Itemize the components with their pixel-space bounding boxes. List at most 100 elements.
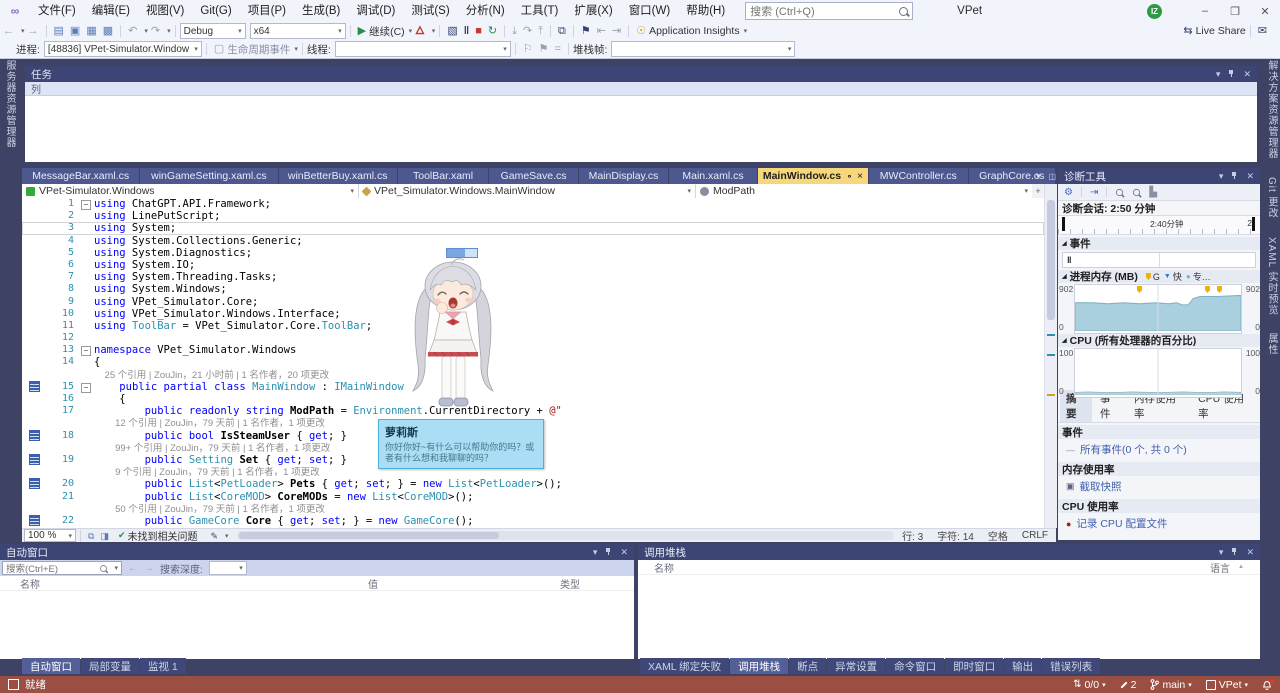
summary-link[interactable]: 记录 CPU 配置文件 [1076,516,1167,531]
zoom-level-select[interactable]: 100 %▾ [24,529,76,542]
sync-view-icon[interactable]: ⧉ [85,527,97,545]
solution-configuration-select[interactable]: Debug▾ [180,23,246,39]
codelens-indicator-icon[interactable] [30,479,39,488]
search-depth-select[interactable]: ▾ [209,561,247,575]
export-icon[interactable]: ⇥ [1090,187,1098,198]
zoom-out-icon[interactable] [1133,188,1140,195]
member-dropdown[interactable]: ModPath▾ [696,184,1032,198]
lifecycle-events-label[interactable]: 生命周期事件 [227,42,290,57]
menu-item-4[interactable]: Git(G) [192,0,239,22]
background-tasks-icon[interactable] [8,679,19,690]
cpu-section-header[interactable]: ◢CPU (所有处理器的百分比) [1058,334,1260,347]
break-all-icon[interactable]: ‖ [461,22,472,40]
panel-tab-即时窗口[interactable]: 即时窗口 [945,658,1003,674]
thread-select[interactable]: ▾ [335,41,511,57]
prev-bookmark-icon[interactable]: ⇤ [594,22,609,40]
menu-item-6[interactable]: 生成(B) [294,0,348,22]
summary-action-row[interactable]: ▣截取快照 [1058,476,1260,497]
code-line-13[interactable]: 13−namespace VPet_Simulator.Windows [22,344,1044,356]
codelens-line[interactable]: 25 个引用 | ZouJin，21 小时前 | 1 名作者，20 项更改 [22,369,1044,381]
menu-item-5[interactable]: 项目(P) [240,0,294,22]
close-panel-icon[interactable]: ✕ [1246,547,1254,558]
solution-platform-select[interactable]: x64▾ [250,23,346,39]
lifecycle-events-icon[interactable]: ▢ [211,40,227,58]
codelens-indicator-icon[interactable] [30,382,39,391]
menu-item-2[interactable]: 编辑(E) [84,0,138,22]
panel-tab-错误列表[interactable]: 错误列表 [1042,658,1100,674]
close-panel-icon[interactable]: ✕ [1246,171,1254,182]
tasks-panel-titlebar[interactable]: 任务 ▾ ✕ [25,66,1257,82]
window-position-icon[interactable]: ▾ [593,547,598,558]
code-line-14[interactable]: 14{ [22,356,1044,368]
tab-overflow-icon[interactable]: ▼ [1035,172,1043,181]
summary-link[interactable]: 截取快照 [1080,479,1122,494]
events-section-header[interactable]: ◢事件 [1058,237,1260,250]
live-share-label[interactable]: Live Share [1196,25,1246,37]
window-position-icon[interactable]: ▾ [1216,69,1221,80]
bookmark-icon[interactable]: ⚑ [578,22,594,40]
panel-tab-输出[interactable]: 输出 [1004,658,1041,674]
tasks-columns-label[interactable]: 列 [31,81,41,96]
panel-tab-异常设置[interactable]: 异常设置 [827,658,885,674]
settings-gear-icon[interactable]: ⚙ [1064,187,1073,198]
panel-tab-自动窗口[interactable]: 自动窗口 [22,658,80,674]
search-prev-icon[interactable]: ← [128,563,138,574]
fold-collapse-icon[interactable]: − [81,200,91,210]
code-line-7[interactable]: 7using System.Threading.Tasks; [22,271,1044,283]
restart-icon[interactable]: ↻ [485,22,500,40]
menu-item-10[interactable]: 工具(T) [513,0,567,22]
continue-label[interactable]: 继续(C) [369,24,405,39]
range-end-handle[interactable] [1252,217,1255,231]
code-line-8[interactable]: 8using System.Windows; [22,283,1044,295]
feedback-icon[interactable]: ✉ [1255,22,1270,40]
close-button[interactable]: ✕ [1250,0,1280,22]
callstack-body[interactable] [638,575,1260,659]
stack-frame-select[interactable]: ▾ [611,41,795,57]
codelens-indicator-icon[interactable] [30,516,39,525]
document-tab-GameSave.cs[interactable]: GameSave.cs [489,168,577,184]
search-next-icon[interactable]: → [144,563,154,574]
project-dropdown[interactable]: VPet-Simulator.Windows▾ [22,184,359,198]
next-bookmark-icon[interactable]: ⇥ [609,22,624,40]
stop-debug-icon[interactable]: ■ [472,22,485,40]
menu-item-3[interactable]: 视图(V) [138,0,192,22]
code-line-3[interactable]: 3using System; [22,222,1044,234]
timeline-ruler[interactable]: 2:40分钟 2 [1058,215,1260,235]
summary-action-row[interactable]: ●记录 CPU 配置文件 [1058,513,1260,534]
memory-legend-item[interactable]: ▼快 [1164,270,1182,283]
fold-collapse-icon[interactable]: − [81,346,91,356]
step-over-icon[interactable]: ↷ [520,22,535,40]
h-scrollbar-thumb[interactable] [239,532,499,539]
memory-legend-item[interactable]: ●专… [1186,270,1211,283]
summary-link[interactable]: 所有事件(0 个, 共 0 个) [1080,442,1187,457]
pin-icon[interactable] [1231,548,1238,556]
editor-vertical-scrollbar[interactable] [1044,184,1057,528]
pending-changes-button[interactable]: 2 [1120,679,1137,691]
right-strip-tab-2[interactable]: Git 更改 [1264,177,1279,219]
code-line-15[interactable]: 15− public partial class MainWindow : IM… [22,381,1044,393]
step-into-icon[interactable]: ⤓ [509,22,520,40]
application-insights-label[interactable]: Application Insights [649,25,739,37]
window-position-icon[interactable]: ▾ [1219,171,1224,182]
navigate-back-icon[interactable]: ← [0,22,17,40]
line-ending-indicator[interactable]: CRLF [1022,530,1048,541]
open-file-icon[interactable]: ▣ [67,22,83,40]
tab-pin-icon[interactable]: ⚬ [846,172,853,181]
continue-debug-button[interactable]: ▶ [355,22,369,40]
show-diagnostics-icon[interactable]: ▧ [444,22,460,40]
menu-item-9[interactable]: 分析(N) [458,0,513,22]
pin-icon[interactable] [605,548,612,556]
redo-icon[interactable]: ↷ [148,22,163,40]
autos-titlebar[interactable]: 自动窗口 ▾ ✕ [0,544,634,560]
codelens-indicator-icon[interactable] [30,455,39,464]
quick-search-box[interactable]: 搜索 (Ctrl+Q) [745,2,913,20]
preview-icon[interactable]: ◨ [97,527,112,545]
menu-item-8[interactable]: 测试(S) [403,0,457,22]
account-avatar[interactable]: IZ [1147,4,1162,19]
panel-tab-监视 1[interactable]: 监视 1 [140,658,186,674]
document-tab-winGameSetting.xaml.cs[interactable]: winGameSetting.xaml.cs [140,168,277,184]
flagged-only-icon[interactable]: ⚑ [536,40,552,58]
document-tab-winBetterBuy.xaml.cs[interactable]: winBetterBuy.xaml.cs [279,168,397,184]
code-map-icon[interactable]: ⧉ [555,22,569,40]
application-insights-icon[interactable]: ☉ [633,22,649,40]
